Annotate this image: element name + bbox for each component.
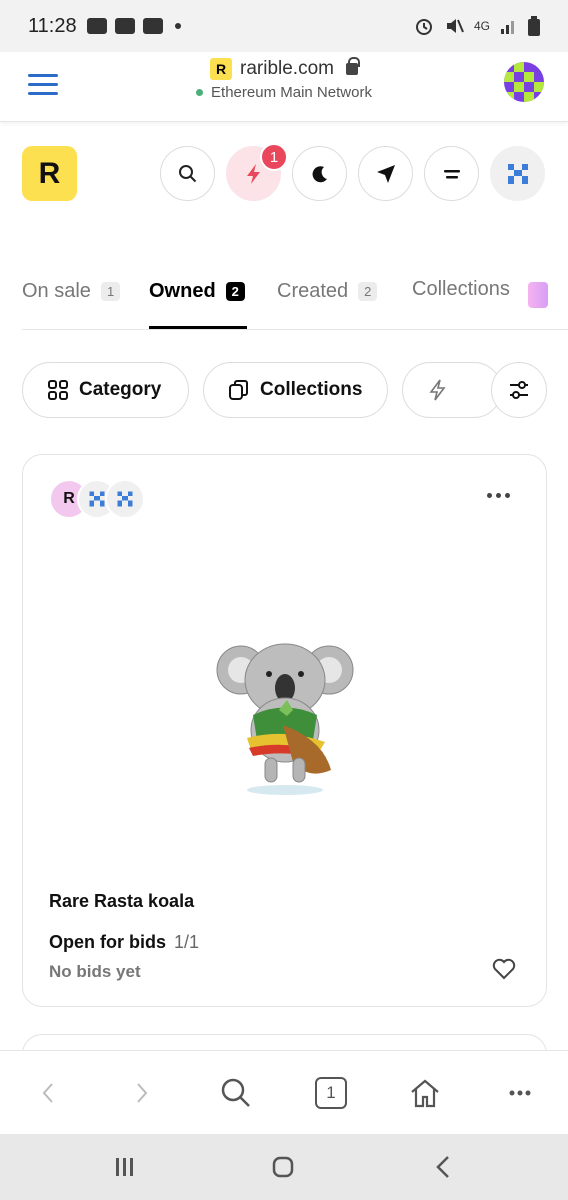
tab-badge-cut	[528, 282, 548, 308]
heart-icon	[492, 958, 516, 980]
grid-icon	[48, 380, 68, 400]
dark-mode-toggle[interactable]	[292, 146, 347, 201]
home-icon	[411, 1079, 439, 1108]
collections-filter-button[interactable]: Collections	[203, 362, 388, 418]
signal-icon	[501, 21, 514, 34]
edition-count: 1/1	[174, 932, 200, 952]
battery-icon	[528, 16, 540, 36]
nft-price-status: Open for bids 1/1	[49, 932, 199, 953]
mute-icon	[446, 19, 464, 33]
chevron-right-icon	[137, 1083, 148, 1103]
price-label: Open for bids	[49, 932, 166, 952]
search-icon	[221, 1078, 250, 1107]
send-icon	[376, 164, 395, 183]
alarm-icon	[415, 19, 432, 35]
advanced-filters-button[interactable]	[491, 362, 547, 418]
recents-icon	[116, 1158, 133, 1176]
android-nav-bar	[0, 1134, 568, 1200]
browser-url-bar: R rarible.com Ethereum Main Network	[0, 52, 568, 122]
moon-icon	[312, 165, 327, 182]
search-button[interactable]	[160, 146, 215, 201]
browser-search-button[interactable]	[216, 1073, 256, 1113]
url-display[interactable]: R rarible.com Ethereum Main Network	[0, 57, 568, 101]
menu-lines-icon	[443, 169, 460, 178]
lightning-icon	[246, 163, 260, 184]
lightning-outline-icon	[429, 379, 446, 401]
menu-button[interactable]	[424, 146, 479, 201]
back-chevron-icon	[436, 1156, 449, 1178]
status-system-icons: 4G	[414, 16, 540, 36]
tab-owned[interactable]: Owned 2	[149, 280, 245, 303]
nft-title[interactable]: Rare Rasta koala	[49, 891, 194, 912]
home-button[interactable]	[405, 1073, 445, 1113]
more-dots-icon	[509, 1090, 531, 1096]
category-label: Category	[79, 379, 162, 400]
browser-more-button[interactable]	[500, 1073, 540, 1113]
tabs-button[interactable]: 1	[311, 1073, 351, 1113]
tab-count: 2	[358, 282, 378, 301]
collections-icon	[229, 380, 248, 400]
koala-illustration	[216, 643, 354, 795]
chevron-left-icon	[42, 1083, 53, 1103]
collection-avatar[interactable]	[105, 479, 145, 519]
network-status-dot	[196, 89, 204, 96]
collections-label: Collections	[260, 379, 363, 400]
app-notification-icon	[142, 18, 163, 34]
search-icon	[178, 164, 196, 182]
status-notifications	[86, 18, 181, 34]
photo-notification-icon	[86, 18, 107, 34]
lock-icon	[345, 57, 360, 75]
message-notification-icon	[114, 18, 135, 34]
network-label: Ethereum Main Network	[211, 84, 372, 101]
browser-bottom-toolbar: 1	[0, 1050, 568, 1134]
tab-created[interactable]: Created 2	[277, 280, 378, 303]
nft-image[interactable]	[213, 630, 358, 800]
recent-apps-button[interactable]	[110, 1152, 140, 1182]
category-filter-button[interactable]: Category	[22, 362, 189, 418]
active-tab-indicator	[149, 326, 247, 329]
android-home-button[interactable]	[268, 1152, 298, 1182]
more-options-icon[interactable]	[487, 493, 510, 498]
status-bar: 11:28 4G	[0, 0, 568, 52]
profile-avatar-button[interactable]	[490, 146, 545, 201]
tab-count: 2	[225, 282, 245, 301]
sale-type-filter-button[interactable]	[402, 362, 502, 418]
network-type: 4G	[473, 19, 490, 33]
pixel-avatar-icon	[89, 491, 105, 507]
android-back-button[interactable]	[428, 1152, 458, 1182]
notification-badge: 1	[260, 143, 288, 171]
wallet-avatar[interactable]	[504, 62, 544, 102]
back-button[interactable]	[28, 1073, 68, 1113]
more-notifications-icon	[174, 23, 181, 29]
bids-status: No bids yet	[49, 962, 141, 981]
tab-collections[interactable]: Collections	[412, 278, 510, 301]
pixel-avatar-icon	[507, 163, 528, 184]
nft-card[interactable]: R Rare Rasta koala Open for bids 1/1 No …	[22, 454, 547, 1007]
tab-count-icon: 1	[315, 1077, 347, 1109]
send-button[interactable]	[358, 146, 413, 201]
forward-button[interactable]	[122, 1073, 162, 1113]
filter-row: Category Collections	[22, 362, 568, 418]
tab-label: Created	[277, 280, 349, 302]
tab-count: 1	[100, 282, 121, 301]
url-text: rarible.com	[240, 58, 334, 79]
tab-label: Owned	[149, 280, 216, 302]
home-circle-icon	[272, 1156, 294, 1178]
status-time: 11:28	[28, 14, 77, 37]
like-button[interactable]	[492, 958, 516, 980]
site-favicon: R	[210, 58, 232, 80]
sliders-icon	[510, 381, 528, 399]
profile-tabs: On sale 1 Owned 2 Created 2 Collections	[22, 270, 568, 330]
tab-label: On sale	[22, 280, 91, 302]
pixel-avatar-icon	[117, 491, 133, 507]
tab-label: Collections	[412, 278, 510, 300]
tab-on-sale[interactable]: On sale 1	[22, 280, 121, 303]
rarible-logo[interactable]: R	[22, 146, 77, 201]
activity-button[interactable]: 1	[226, 143, 288, 201]
